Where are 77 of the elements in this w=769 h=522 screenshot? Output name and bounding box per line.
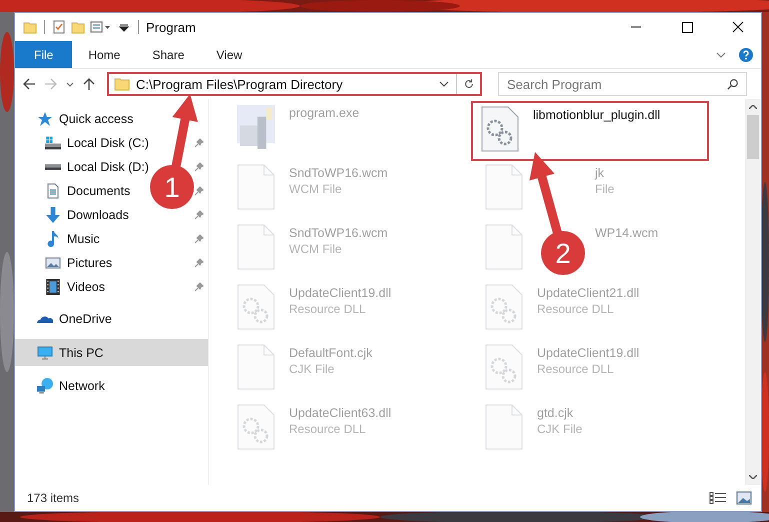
file-name: UpdateClient19.dll [289, 286, 392, 300]
refresh-icon[interactable] [463, 78, 475, 90]
file-type: WCM File [289, 182, 343, 196]
file-type: Resource DLL [537, 302, 615, 316]
large-icons-view-icon[interactable] [735, 491, 753, 505]
file-name: program.exe [289, 106, 360, 120]
pin-icon[interactable] [194, 162, 204, 172]
scroll-thumb[interactable] [747, 115, 759, 159]
address-path: C:\Program Files\Program Directory [136, 76, 344, 92]
sidebar-item[interactable]: Local Disk (D:) [15, 155, 149, 179]
file-name: UpdateClient21.dll [537, 286, 640, 300]
pin-icon[interactable] [194, 210, 204, 220]
pictures-icon [45, 255, 61, 271]
sidebar-item[interactable]: Videos [15, 275, 105, 299]
properties-icon[interactable] [90, 20, 112, 34]
sidebar-item[interactable]: Pictures [15, 251, 112, 275]
folder-icon[interactable] [71, 20, 85, 34]
file-type: CJK File [537, 422, 582, 436]
item-count: 173 items [27, 491, 80, 505]
drive-icon [45, 164, 61, 170]
file-type: Resource DLL [289, 302, 367, 316]
file-name: DefaultFont.cjk [289, 346, 372, 360]
pin-icon[interactable] [194, 282, 204, 292]
up-icon[interactable] [81, 76, 97, 92]
file-name: SndToWP16.wcm [289, 166, 388, 180]
file-name: SndToWP16.wcm [289, 226, 388, 240]
star-icon [37, 111, 53, 127]
drive-icon [45, 135, 61, 151]
scrollbar[interactable] [745, 99, 761, 485]
window-title: Program [146, 20, 196, 34]
file-type: WCM File [289, 242, 343, 256]
checklist-icon[interactable] [52, 20, 66, 34]
sidebar-item[interactable]: Quick access [15, 107, 134, 131]
scroll-up-icon[interactable] [749, 105, 757, 109]
sidebar-item[interactable]: OneDrive [15, 307, 208, 331]
folder-icon [114, 76, 130, 92]
sidebar-item[interactable]: Local Disk (C:) [15, 131, 149, 155]
address-bar[interactable]: C:\Program Files\Program Directory [107, 72, 482, 96]
sidebar-item[interactable]: Documents [15, 179, 130, 203]
file-name: gtd.cjk [537, 406, 574, 420]
sidebar-item[interactable]: This PC [15, 339, 208, 366]
file-name: WP14.wcm [595, 226, 658, 240]
pin-icon[interactable] [194, 186, 204, 196]
file-name: libmotionblur_plugin.dll [533, 108, 660, 122]
file-name: UpdateClient63.dll [289, 406, 392, 420]
pin-icon[interactable] [194, 138, 204, 148]
gear-file-icon[interactable] [481, 106, 519, 152]
sidebar-item[interactable]: Network [15, 374, 208, 398]
network-icon [37, 378, 53, 394]
back-icon[interactable] [21, 76, 37, 92]
pin-icon[interactable] [194, 234, 204, 244]
file-name: jk [595, 166, 606, 180]
file-type: Resource DLL [289, 422, 367, 436]
monitor-icon [37, 344, 53, 360]
search-icon[interactable] [727, 78, 739, 90]
step-badge: 1 [150, 165, 194, 209]
file-type: CJK File [289, 362, 336, 376]
step-badge: 2 [541, 231, 585, 275]
search-field[interactable]: Search Program [498, 72, 747, 96]
file-name: UpdateClient19.dll [537, 346, 640, 360]
selected-file-frame[interactable]: libmotionblur_plugin.dll [471, 101, 709, 161]
document-icon [45, 183, 61, 199]
download-icon [45, 207, 61, 223]
sidebar-item[interactable]: Downloads [15, 203, 129, 227]
details-view-icon[interactable] [709, 491, 727, 505]
music-note-icon [45, 231, 61, 247]
program-icon[interactable] [237, 104, 275, 150]
help-icon[interactable] [739, 48, 753, 62]
file-type: File [595, 182, 614, 196]
ribbon-tab[interactable]: File [15, 41, 72, 68]
film-icon [45, 279, 61, 295]
file-type: Resource DLL [537, 362, 615, 376]
folder-icon[interactable] [23, 20, 37, 34]
sidebar-item[interactable]: Music [15, 227, 100, 251]
pin-icon[interactable] [194, 258, 204, 268]
scroll-down-icon[interactable] [749, 475, 757, 479]
forward-icon[interactable] [43, 76, 59, 92]
